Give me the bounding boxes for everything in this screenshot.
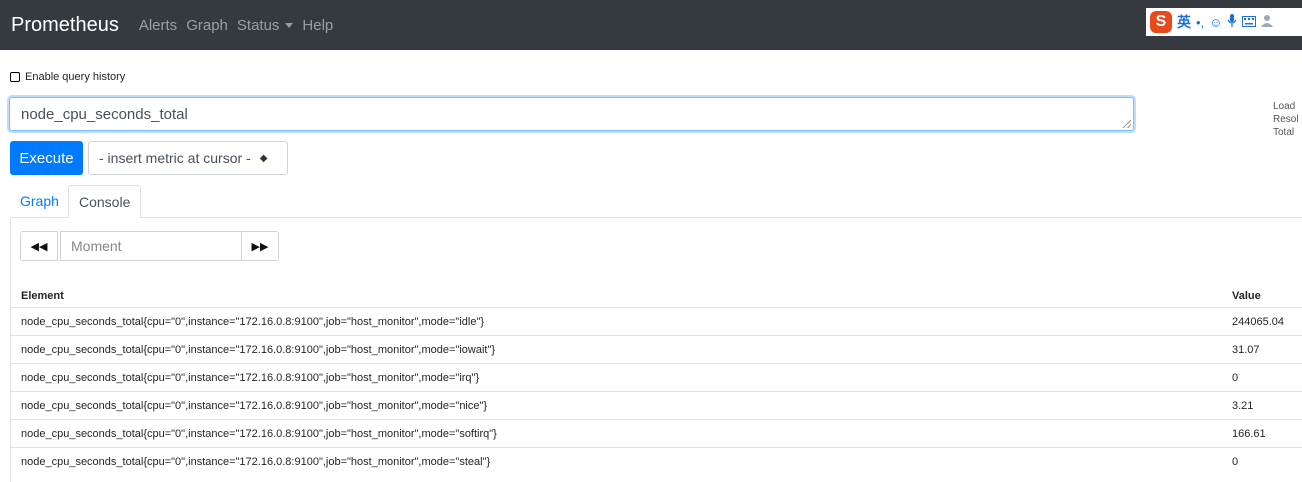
keyboard-icon[interactable] xyxy=(1242,15,1257,30)
moment-placeholder: Moment xyxy=(71,238,122,254)
query-stats: Load Resol Total xyxy=(1273,100,1299,139)
row-value: 0 xyxy=(1232,455,1239,468)
mic-icon[interactable] xyxy=(1227,14,1237,30)
moment-back-button[interactable]: ◀◀ xyxy=(20,231,58,261)
backward-icon: ◀◀ xyxy=(30,240,48,253)
top-navbar: Prometheus Alerts Graph Status Help S 英 … xyxy=(0,0,1302,50)
nav-alerts[interactable]: Alerts xyxy=(139,17,177,34)
sort-arrows-icon: ◆ xyxy=(259,152,268,164)
moment-forward-button[interactable]: ▶▶ xyxy=(241,231,279,261)
resize-handle-icon[interactable] xyxy=(1123,120,1131,128)
insert-metric-value: - insert metric at cursor - xyxy=(99,150,251,166)
column-header-value: Value xyxy=(1232,290,1261,302)
table-row: node_cpu_seconds_total{cpu="0",instance=… xyxy=(11,419,1302,447)
tab-graph[interactable]: Graph xyxy=(10,185,69,217)
row-value: 244065.04 xyxy=(1232,315,1284,328)
table-row: node_cpu_seconds_total{cpu="0",instance=… xyxy=(11,447,1302,475)
tab-console[interactable]: Console xyxy=(68,185,142,218)
row-element: node_cpu_seconds_total{cpu="0",instance=… xyxy=(21,455,491,468)
resolution-label: Resol xyxy=(1273,114,1299,125)
punctuation-icon[interactable]: •, xyxy=(1196,15,1204,30)
load-time-label: Load xyxy=(1273,101,1296,112)
nav-status-dropdown[interactable]: Status xyxy=(237,17,294,34)
console-panel: ◀◀ Moment ▶▶ Element Value node_cpu_seco… xyxy=(10,217,1302,482)
expression-input[interactable]: node_cpu_seconds_total xyxy=(9,97,1134,131)
row-value: 3.21 xyxy=(1232,399,1254,412)
caret-down-icon xyxy=(285,22,294,28)
column-header-element: Element xyxy=(21,290,64,302)
moment-input[interactable]: Moment xyxy=(60,231,242,261)
execute-button[interactable]: Execute xyxy=(10,141,83,175)
forward-icon: ▶▶ xyxy=(251,240,269,253)
row-element: node_cpu_seconds_total{cpu="0",instance=… xyxy=(21,399,488,412)
view-tabs: Graph Console xyxy=(10,185,1302,218)
row-element: node_cpu_seconds_total{cpu="0",instance=… xyxy=(21,315,485,328)
row-value: 31.07 xyxy=(1232,343,1260,356)
row-element: node_cpu_seconds_total{cpu="0",instance=… xyxy=(21,343,496,356)
table-header: Element Value xyxy=(11,285,1302,307)
emoji-icon[interactable]: ☺ xyxy=(1209,15,1222,30)
table-row: node_cpu_seconds_total{cpu="0",instance=… xyxy=(11,391,1302,419)
row-element: node_cpu_seconds_total{cpu="0",instance=… xyxy=(21,371,480,384)
ime-toolbar[interactable]: S 英 •, ☺ xyxy=(1146,8,1302,36)
table-row: node_cpu_seconds_total{cpu="0",instance=… xyxy=(11,307,1302,335)
table-row: node_cpu_seconds_total{cpu="0",instance=… xyxy=(11,363,1302,391)
table-row: node_cpu_seconds_total{cpu="0",instance=… xyxy=(11,335,1302,363)
nav-status-label: Status xyxy=(236,16,280,34)
query-history-toggle[interactable]: Enable query history xyxy=(10,71,125,83)
user-icon[interactable] xyxy=(1261,14,1274,30)
brand-link[interactable]: Prometheus xyxy=(11,14,119,37)
insert-metric-select[interactable]: - insert metric at cursor - ◆ xyxy=(88,141,288,175)
nav-graph[interactable]: Graph xyxy=(186,17,228,34)
sogou-logo-icon[interactable]: S xyxy=(1150,11,1172,33)
query-history-label: Enable query history xyxy=(25,71,126,83)
ime-language-toggle[interactable]: 英 xyxy=(1177,12,1191,32)
row-value: 0 xyxy=(1232,371,1239,384)
row-element: node_cpu_seconds_total{cpu="0",instance=… xyxy=(21,427,497,440)
total-series-label: Total xyxy=(1273,127,1295,138)
results-table: Element Value node_cpu_seconds_total{cpu… xyxy=(11,285,1302,475)
row-value: 166.61 xyxy=(1232,427,1266,440)
query-history-checkbox[interactable] xyxy=(10,72,20,82)
expression-text: node_cpu_seconds_total xyxy=(21,106,188,123)
nav-help[interactable]: Help xyxy=(302,17,333,34)
